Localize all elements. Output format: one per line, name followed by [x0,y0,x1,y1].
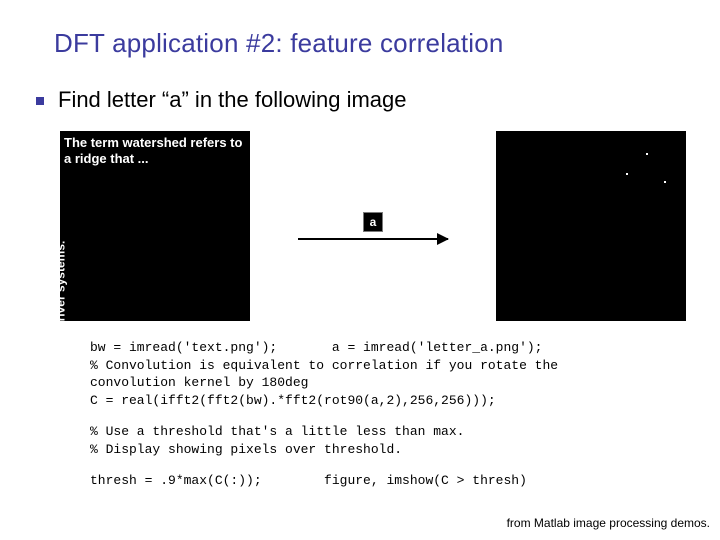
rot-line-1: ... divides areas [27,209,41,321]
input-image-panel: The term watershed refers to a ridge tha… [60,131,250,321]
code-block-2: % Use a threshold that's a little less t… [90,423,686,458]
rot-line-2: drained by different [40,209,54,321]
slide: DFT application #2: feature correlation … [0,0,720,540]
code-block-3: thresh = .9*max(C(:)); figure, imshow(C … [90,472,686,490]
template-letter-a: a [363,212,383,232]
arrow-area: a [250,212,496,240]
footer-attribution: from Matlab image processing demos. [507,516,710,530]
output-image-panel [496,131,686,321]
code-block-1: bw = imread('text.png'); a = imread('let… [90,339,686,409]
arrow-icon [298,238,448,240]
match-dot [626,173,628,175]
match-dot [664,181,666,183]
bullet-icon [36,97,44,105]
input-image-top-text: The term watershed refers to a ridge tha… [64,135,246,166]
match-dot [646,153,648,155]
input-image-rotated-text: ... divides areas drained by different r… [68,189,123,321]
slide-title: DFT application #2: feature correlation [54,28,686,59]
bullet-text: Find letter “a” in the following image [58,87,407,113]
rot-line-3: river systems. [54,209,68,321]
bullet-item: Find letter “a” in the following image [36,87,686,113]
figure-row: The term watershed refers to a ridge tha… [60,131,686,321]
